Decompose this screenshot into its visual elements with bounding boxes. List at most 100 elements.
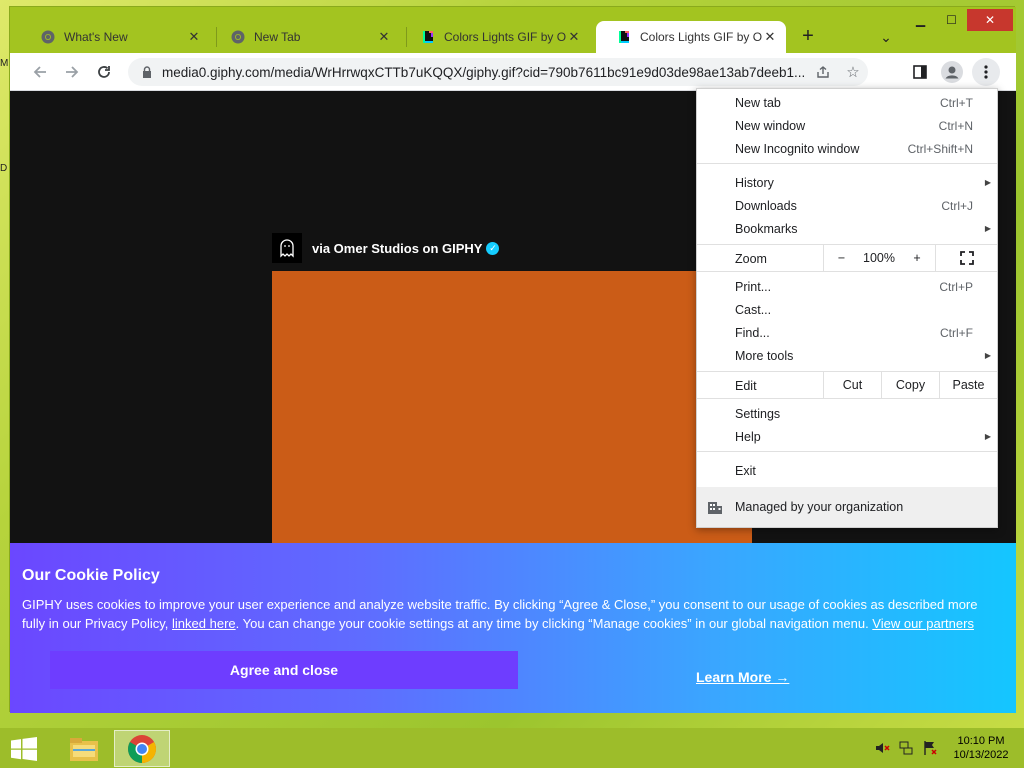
more-vertical-menu-icon[interactable]	[972, 58, 1000, 86]
edit-label-cell: Edit	[697, 374, 823, 397]
attribution-text: via Omer Studios on GIPHY	[312, 240, 483, 256]
menu-label: Downloads	[735, 198, 797, 213]
cookie-banner: Our Cookie Policy GIPHY uses cookies to …	[10, 543, 1016, 713]
privacy-policy-link[interactable]: linked here	[172, 616, 236, 631]
tab-new-tab[interactable]: New Tab ✕	[210, 21, 400, 53]
submenu-arrow-icon: ▶	[984, 224, 991, 233]
menu-label: Exit	[735, 463, 756, 478]
menu-label: More tools	[735, 348, 794, 363]
paste-button[interactable]: Paste	[939, 372, 997, 398]
giphy-attribution[interactable]: via Omer Studios on GIPHY ✓	[272, 233, 500, 263]
new-tab-button[interactable]: +	[796, 25, 820, 49]
menu-separator	[697, 451, 997, 452]
menu-label: New window	[735, 118, 806, 133]
system-clock[interactable]: 10:10 PM 10/13/2022	[946, 734, 1016, 762]
address-bar[interactable]: media0.giphy.com/media/WrHrrwqxCTTb7uKQQ…	[128, 58, 868, 86]
menu-label: New Incognito window	[735, 141, 860, 156]
close-tab-icon[interactable]: ✕	[376, 29, 392, 45]
menu-item-cast[interactable]: Cast...	[697, 298, 997, 321]
tab-colors-lights-1[interactable]: Colors Lights GIF by Om ✕	[400, 21, 590, 53]
chrome-taskbar-icon[interactable]	[114, 730, 170, 767]
file-explorer-icon[interactable]	[56, 730, 112, 767]
menu-item-new-tab[interactable]: New tab Ctrl+T	[697, 91, 997, 114]
cut-button[interactable]: Cut	[823, 372, 881, 398]
lock-icon[interactable]	[140, 66, 154, 78]
learn-more-link[interactable]: Learn More →	[696, 669, 789, 685]
menu-item-settings[interactable]: Settings	[697, 402, 997, 425]
menu-label: History	[735, 175, 774, 190]
clock-date: 10/13/2022	[953, 749, 1009, 761]
chrome-icon	[40, 29, 56, 45]
menu-item-managed[interactable]: Managed by your organization	[697, 487, 997, 527]
tab-title: New Tab	[254, 30, 301, 44]
windows-start-icon[interactable]	[10, 737, 38, 761]
tab-title: Colors Lights GIF by Om	[444, 30, 566, 44]
cookie-text-part: . You can change your cookie settings at…	[235, 616, 873, 631]
chrome-menu: New tab Ctrl+T New window Ctrl+N New Inc…	[696, 88, 998, 528]
menu-separator	[697, 398, 997, 399]
clock-time: 10:10 PM	[957, 735, 1005, 747]
side-panel-icon[interactable]	[906, 58, 934, 86]
window-controls: ▁ ☐ ✕	[905, 9, 1013, 35]
menu-item-exit[interactable]: Exit	[697, 459, 997, 482]
zoom-row: Zoom − 100% +	[697, 245, 997, 271]
tab-colors-lights-active[interactable]: Colors Lights GIF by Om ✕	[596, 21, 786, 53]
profile-avatar-icon[interactable]	[938, 58, 966, 86]
network-icon[interactable]	[898, 740, 914, 756]
menu-item-new-incognito[interactable]: New Incognito window Ctrl+Shift+N	[697, 137, 997, 160]
menu-shortcut: Ctrl+Shift+N	[907, 141, 973, 156]
zoom-in-button[interactable]: +	[899, 245, 935, 271]
menu-item-more-tools[interactable]: More tools ▶	[697, 344, 997, 367]
menu-label: Help	[735, 429, 761, 444]
volume-muted-icon[interactable]	[874, 740, 890, 756]
maximize-button[interactable]: ☐	[936, 9, 967, 31]
minimize-button[interactable]: ▁	[905, 9, 936, 31]
menu-item-history[interactable]: History ▶	[697, 171, 997, 194]
fullscreen-icon[interactable]	[935, 245, 997, 271]
close-tab-icon[interactable]: ✕	[566, 29, 582, 45]
action-center-flag-icon[interactable]	[922, 740, 938, 756]
managed-label: Managed by your organization	[735, 500, 904, 514]
close-tab-icon[interactable]: ✕	[762, 29, 778, 45]
agree-and-close-button[interactable]: Agree and close	[50, 651, 518, 689]
menu-label: Find...	[735, 325, 770, 340]
back-arrow-icon[interactable]	[26, 58, 54, 86]
menu-separator	[697, 163, 997, 164]
menu-label: New tab	[735, 95, 781, 110]
submenu-arrow-icon: ▶	[984, 178, 991, 187]
edit-row: Edit Cut Copy Paste	[697, 372, 997, 398]
menu-item-help[interactable]: Help ▶	[697, 425, 997, 448]
edit-label: Edit	[735, 378, 757, 393]
cookie-title: Our Cookie Policy	[22, 567, 160, 584]
close-tab-icon[interactable]: ✕	[186, 29, 202, 45]
view-partners-link[interactable]: View our partners	[872, 616, 974, 631]
submenu-arrow-icon: ▶	[984, 432, 991, 441]
menu-separator	[697, 271, 997, 272]
menu-item-bookmarks[interactable]: Bookmarks ▶	[697, 217, 997, 240]
menu-shortcut: Ctrl+P	[939, 279, 973, 294]
tab-title: What's New	[64, 30, 128, 44]
submenu-arrow-icon: ▶	[984, 351, 991, 360]
menu-shortcut: Ctrl+J	[941, 198, 973, 213]
close-window-button[interactable]: ✕	[967, 9, 1013, 31]
reload-icon[interactable]	[90, 58, 118, 86]
menu-item-new-window[interactable]: New window Ctrl+N	[697, 114, 997, 137]
tab-search-chevron-icon[interactable]: ⌄	[874, 25, 898, 49]
giphy-icon	[420, 29, 436, 45]
forward-arrow-icon[interactable]	[58, 58, 86, 86]
copy-button[interactable]: Copy	[881, 372, 939, 398]
menu-shortcut: Ctrl+F	[940, 325, 973, 340]
menu-item-find[interactable]: Find... Ctrl+F	[697, 321, 997, 344]
tab-strip: What's New ✕ New Tab ✕ Colors Lights GIF…	[10, 7, 1016, 53]
bookmark-star-icon[interactable]: ☆	[838, 58, 868, 86]
share-icon[interactable]	[808, 58, 838, 86]
giphy-icon	[616, 29, 632, 45]
cookie-text: GIPHY uses cookies to improve your user …	[22, 595, 982, 633]
zoom-out-button[interactable]: −	[823, 245, 859, 271]
menu-item-downloads[interactable]: Downloads Ctrl+J	[697, 194, 997, 217]
browser-toolbar: media0.giphy.com/media/WrHrrwqxCTTb7uKQQ…	[10, 53, 1016, 91]
menu-item-print[interactable]: Print... Ctrl+P	[697, 275, 997, 298]
tab-whats-new[interactable]: What's New ✕	[20, 21, 210, 53]
menu-shortcut: Ctrl+T	[940, 95, 973, 110]
building-icon	[707, 499, 723, 518]
